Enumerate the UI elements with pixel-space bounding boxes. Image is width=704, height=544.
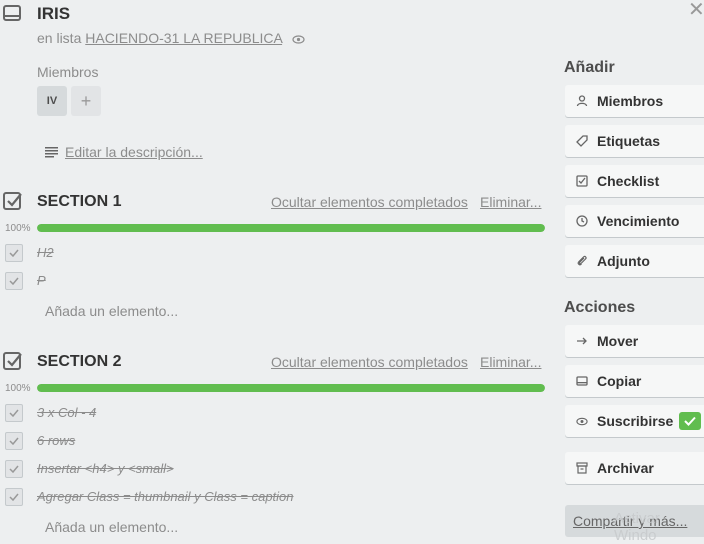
checklist-button[interactable]: Checklist: [565, 165, 704, 197]
activation-watermark: Activar Windo: [614, 510, 660, 544]
tag-icon: [575, 134, 589, 148]
subscribed-check-icon: [679, 412, 702, 430]
delete-checklist-link[interactable]: Eliminar...: [480, 194, 541, 210]
copy-button[interactable]: Copiar: [565, 365, 704, 397]
labels-button[interactable]: Etiquetas: [565, 125, 704, 157]
members-button[interactable]: Miembros: [565, 85, 704, 117]
add-item-link[interactable]: Añada un elemento...: [45, 303, 178, 319]
progress-bar: [37, 224, 545, 232]
checklist-item[interactable]: Agregar Class = thumbnail y Class = capt…: [37, 489, 294, 504]
list-link[interactable]: HACIENDO-31 LA REPUBLICA: [85, 30, 282, 46]
list-prefix: en lista: [37, 30, 82, 46]
move-button-label: Mover: [597, 333, 639, 349]
copy-button-label: Copiar: [597, 373, 642, 389]
edit-description-link[interactable]: Editar la descripción...: [45, 144, 203, 160]
checkbox[interactable]: [5, 432, 23, 450]
checklist-icon: [3, 352, 22, 370]
checkbox[interactable]: [5, 244, 23, 262]
labels-button-label: Etiquetas: [597, 133, 661, 149]
add-heading: Añadir: [564, 59, 615, 76]
checklist-item[interactable]: Insertar <h4> y <small>: [37, 461, 174, 476]
move-button[interactable]: Mover: [565, 325, 704, 357]
checkbox[interactable]: [5, 272, 23, 290]
check-icon: [9, 437, 19, 445]
checklist-item[interactable]: 6 rows: [37, 433, 75, 448]
checklist-title[interactable]: SECTION 1: [37, 193, 121, 211]
eye-icon: [575, 414, 589, 428]
progress-fill: [37, 384, 545, 392]
check-icon: [9, 249, 19, 257]
members-button-label: Miembros: [597, 93, 664, 109]
add-item-link[interactable]: Añada un elemento...: [45, 519, 178, 535]
check-icon: [9, 409, 19, 417]
hide-completed-link[interactable]: Ocultar elementos completados: [271, 194, 468, 210]
progress-fill: [37, 224, 545, 232]
checkbox-icon: [575, 174, 589, 188]
paperclip-icon: [575, 254, 589, 268]
progress-percent: 100%: [5, 223, 31, 234]
due-date-button[interactable]: Vencimiento: [565, 205, 704, 237]
hide-completed-link[interactable]: Ocultar elementos completados: [271, 354, 468, 370]
archive-button-label: Archivar: [597, 460, 654, 476]
close-icon[interactable]: ✕: [688, 0, 704, 22]
check-icon: [9, 465, 19, 473]
card-icon: [3, 5, 21, 21]
arrow-right-icon: [575, 334, 589, 348]
card-icon: [575, 374, 589, 388]
checkbox[interactable]: [5, 404, 23, 422]
avatar[interactable]: IV: [37, 86, 67, 116]
checklist-item[interactable]: P: [37, 273, 46, 288]
archive-icon: [575, 461, 589, 475]
checklist-button-label: Checklist: [597, 173, 660, 189]
checklist-title[interactable]: SECTION 2: [37, 353, 121, 371]
attachment-button-label: Adjunto: [597, 253, 650, 269]
add-member-button[interactable]: +: [71, 86, 101, 116]
attachment-button[interactable]: Adjunto: [565, 245, 704, 277]
edit-description-label: Editar la descripción...: [65, 144, 203, 160]
checklist-item[interactable]: 3 x Col - 4: [37, 405, 96, 420]
list-info: en lista HACIENDO-31 LA REPUBLICA: [37, 30, 305, 46]
due-date-button-label: Vencimiento: [597, 213, 680, 229]
actions-heading: Acciones: [564, 299, 636, 316]
clock-icon: [575, 214, 589, 228]
eye-icon: [292, 35, 305, 44]
checklist-item[interactable]: H2: [37, 245, 54, 260]
description-icon: [45, 146, 58, 157]
checklist-icon: [3, 192, 22, 210]
check-icon: [9, 277, 19, 285]
card-title[interactable]: IRIS: [37, 4, 70, 24]
subscribe-button[interactable]: Suscribirse: [565, 405, 704, 437]
subscribe-button-label: Suscribirse: [597, 413, 674, 429]
archive-button[interactable]: Archivar: [565, 452, 704, 484]
members-label: Miembros: [37, 64, 99, 80]
check-icon: [9, 493, 19, 501]
progress-percent: 100%: [5, 383, 31, 394]
person-icon: [575, 94, 589, 108]
progress-bar: [37, 384, 545, 392]
checkbox[interactable]: [5, 488, 23, 506]
checkbox[interactable]: [5, 460, 23, 478]
delete-checklist-link[interactable]: Eliminar...: [480, 354, 541, 370]
